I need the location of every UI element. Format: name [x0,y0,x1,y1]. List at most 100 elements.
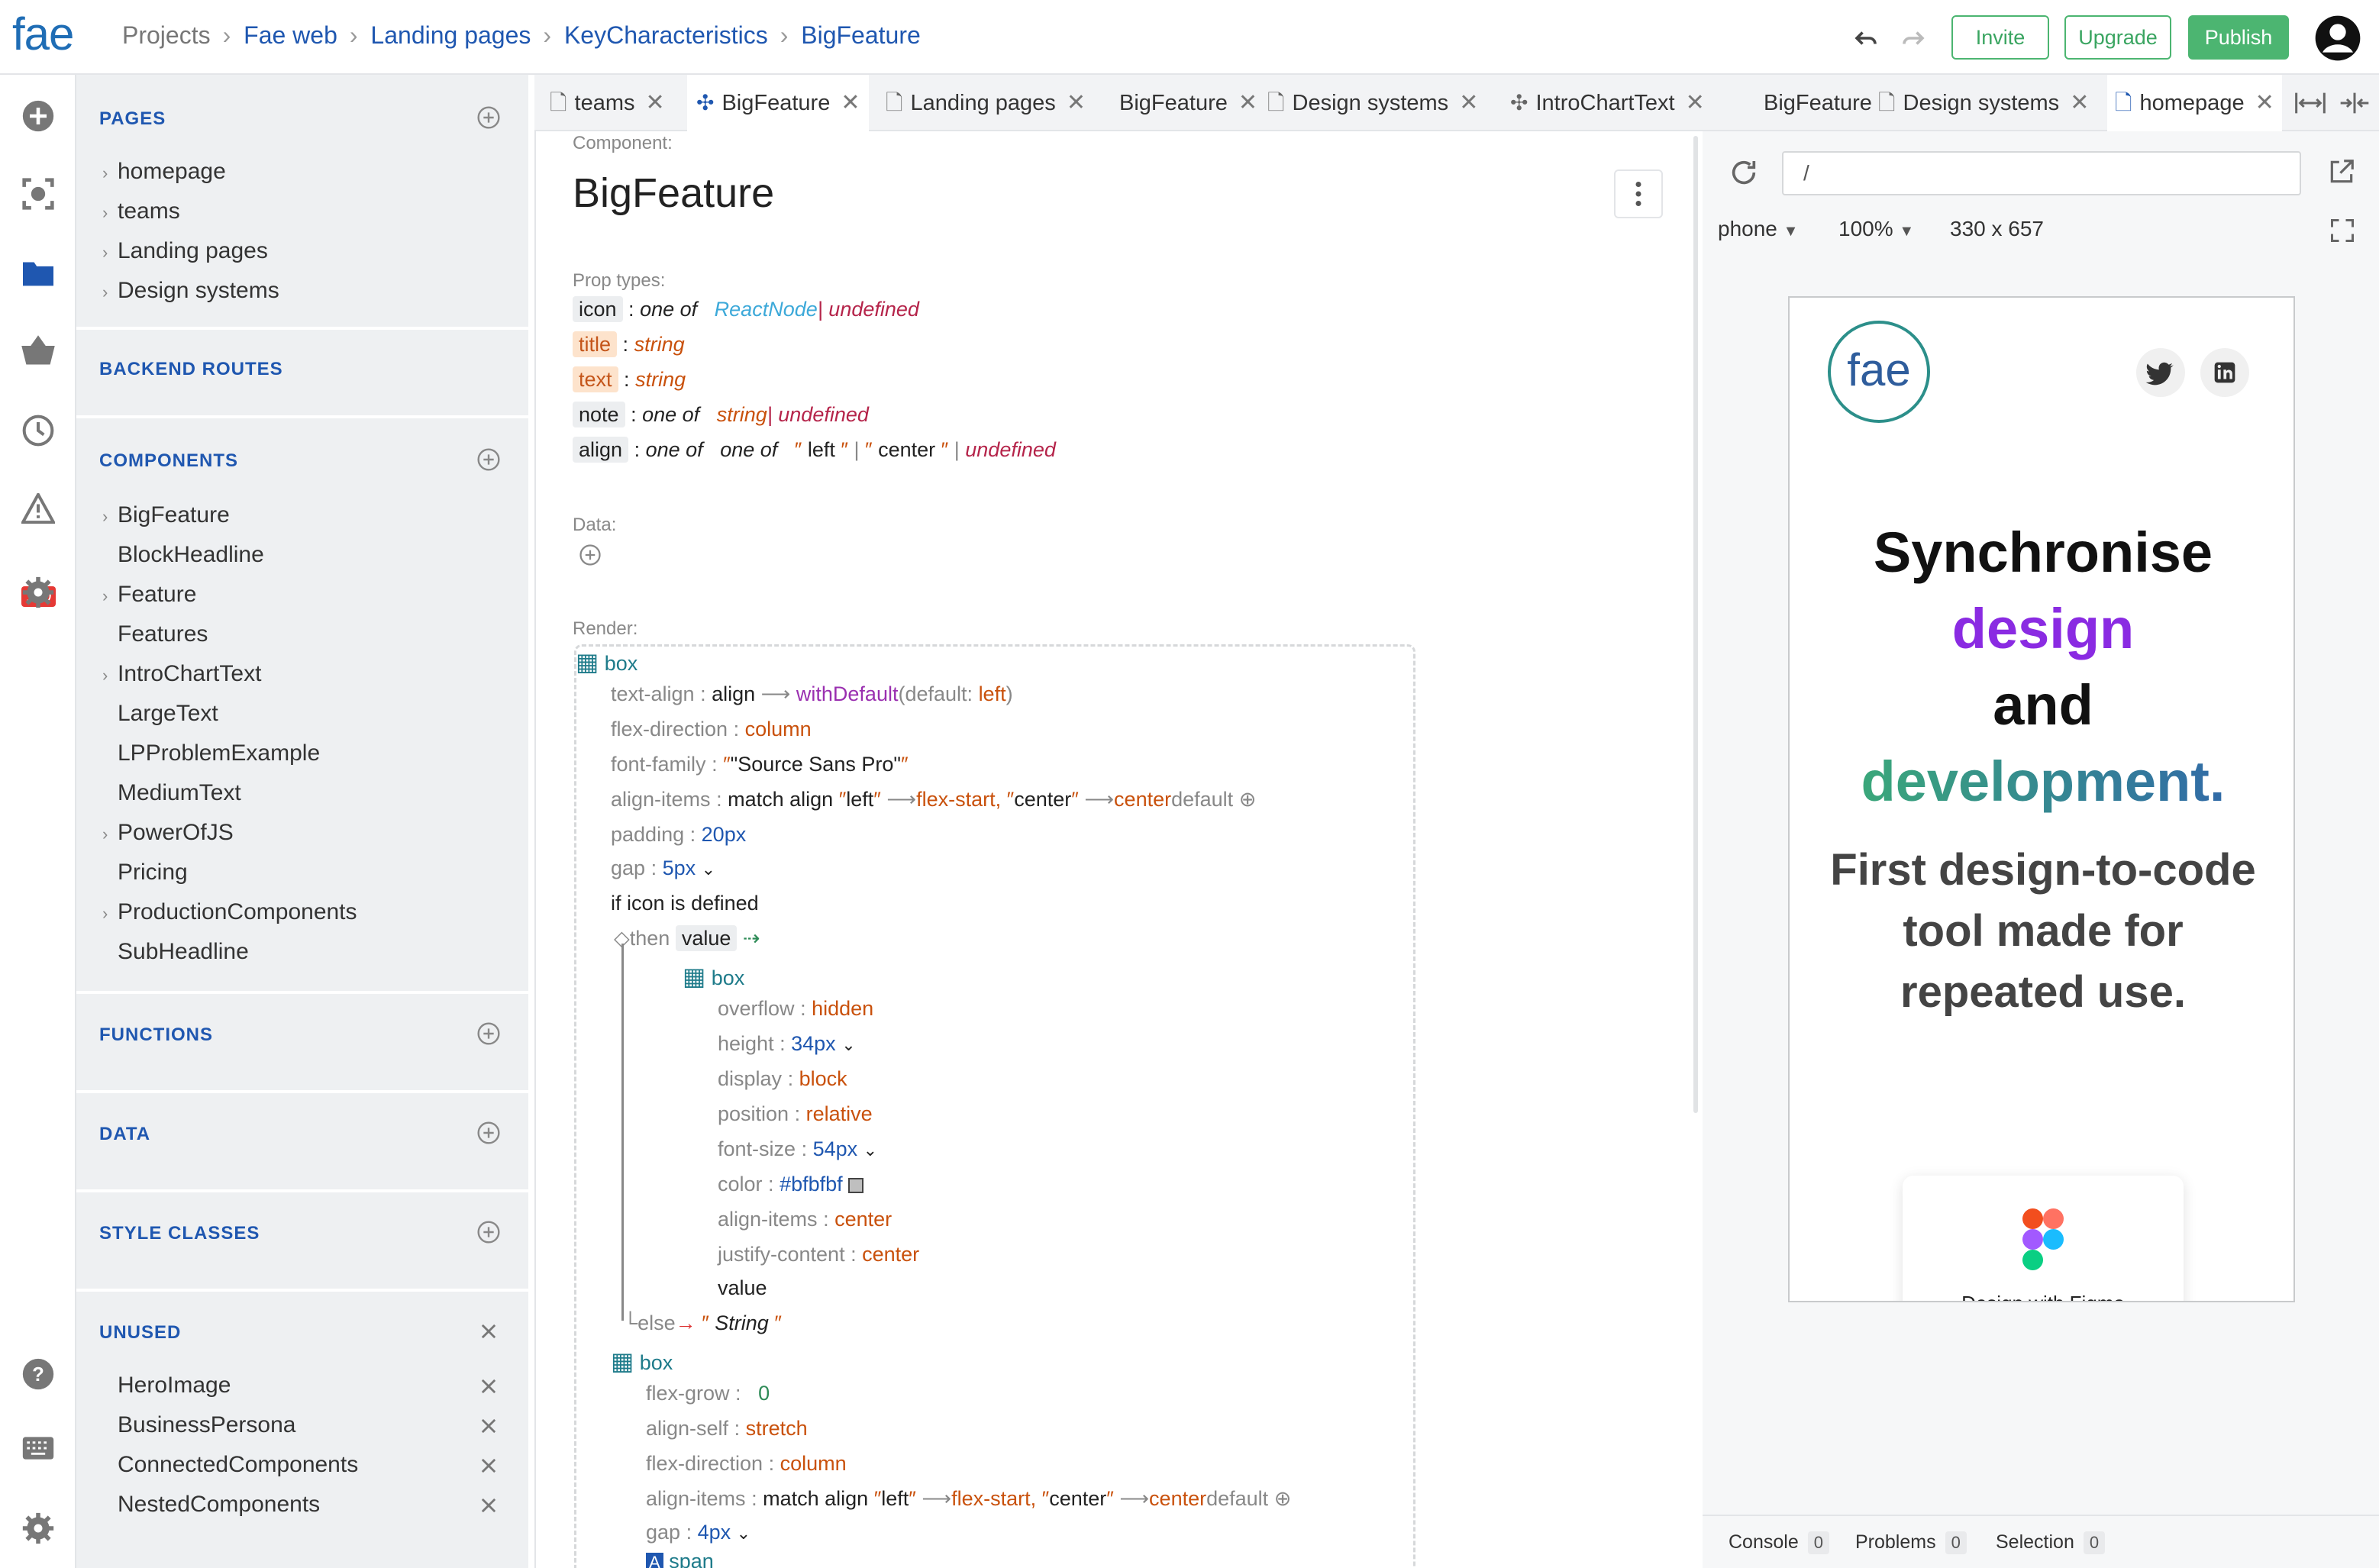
component-item[interactable]: SubHeadline [118,939,249,965]
close-icon[interactable] [478,1455,499,1476]
component-item[interactable]: Features [118,621,208,647]
collapse-width-icon[interactable] [2339,90,2370,116]
tab-design-systems[interactable]: 🗋 Design systems ✕ [1267,75,1478,131]
undo-icon[interactable] [1851,24,1881,52]
component-item[interactable]: › BigFeature [102,502,230,528]
style-row[interactable]: gap : 4px ⌄ [646,1521,750,1544]
style-row[interactable]: text-align : align ⟶ withDefault(default… [611,682,1013,706]
component-item[interactable]: › PowerOfJS [102,820,234,846]
tab-bigfeature[interactable]: ✣ BigFeature ✕ [687,75,870,131]
add-data-icon[interactable] [579,544,602,566]
editor-scrollbar[interactable] [1693,136,1698,1113]
add-case-icon[interactable]: ⊕ [1239,788,1257,811]
style-row[interactable]: align-items : match align ″left″ ⟶flex-s… [646,1487,1291,1511]
breadcrumb-folder[interactable]: Landing pages [370,21,531,49]
preview-url-input[interactable]: / [1782,151,2301,195]
style-row[interactable]: display : block [718,1067,847,1091]
style-row[interactable]: align-items : center [718,1208,892,1231]
component-item[interactable]: › ProductionComponents [102,899,357,925]
backend-routes-heading[interactable]: BACKEND ROUTES [99,359,283,380]
span-node[interactable]: A span [646,1550,714,1568]
twitter-icon[interactable] [2136,348,2185,397]
phone-preview[interactable]: fae Synchronise design and development. … [1788,296,2295,1302]
basket-icon[interactable] [21,334,55,365]
box-node[interactable]: ▦ box [611,1347,673,1376]
style-row[interactable]: color : #bfbfbf [718,1173,864,1196]
box-node[interactable]: ▦ box [683,962,744,991]
component-item[interactable]: Pricing [118,860,188,886]
linkedin-icon[interactable] [2200,348,2249,397]
component-item[interactable]: LargeText [118,701,218,727]
color-swatch[interactable] [848,1177,864,1193]
close-tab-icon[interactable]: ✕ [1686,90,1705,115]
tab-homepage[interactable]: 🗋 homepage ✕ [2107,75,2282,131]
style-row[interactable]: align-items : match align ″left″ ⟶flex-s… [611,788,1256,811]
page-item[interactable]: › teams [102,198,180,224]
close-icon[interactable] [478,1321,499,1342]
preview-logo[interactable]: fae [1828,321,1930,423]
value-node[interactable]: value [718,1276,767,1300]
unused-item[interactable]: HeroImage [118,1373,231,1399]
history-icon[interactable] [21,414,55,447]
app-logo[interactable]: fae [12,8,74,60]
help-icon[interactable]: ? [21,1357,55,1391]
style-row[interactable]: overflow : hidden [718,997,873,1021]
then-row[interactable]: ◇then value ⇢ [614,925,760,951]
style-row[interactable]: justify-content : center [718,1243,919,1266]
chevron-down-icon[interactable]: ⌄ [863,1141,877,1160]
unused-item[interactable]: NestedComponents [118,1492,320,1519]
add-function-icon[interactable] [476,1021,501,1046]
focus-icon[interactable] [21,177,55,211]
tab-introcharttext[interactable]: ✣ IntroChartText ✕ [1510,75,1705,131]
prop-row[interactable]: note : one of string| undefined [573,402,869,427]
tab-landing-pages[interactable]: 🗋 Landing pages ✕ [886,75,1086,131]
prop-row[interactable]: title : string [573,331,685,357]
component-item[interactable]: › Feature [102,582,196,608]
warning-icon[interactable] [21,493,55,524]
folder-icon[interactable] [21,258,55,289]
component-item[interactable]: BlockHeadline [118,542,264,568]
breadcrumb-current[interactable]: BigFeature [801,21,921,49]
chevron-down-icon[interactable]: ⌄ [702,860,715,879]
selection-tab[interactable]: Selection 0 [1996,1531,2106,1554]
prop-row[interactable]: text : string [573,366,686,392]
fullscreen-icon[interactable] [2329,217,2356,244]
more-menu-button[interactable] [1614,169,1663,218]
gear-icon[interactable] [21,576,55,609]
style-row[interactable]: flex-direction : column [646,1452,847,1476]
upgrade-button[interactable]: Upgrade [2064,15,2171,60]
prop-row[interactable]: align : one of one of ″ left ″ | ″ cente… [573,437,1056,463]
redo-icon[interactable] [1898,24,1929,52]
style-row[interactable]: align-self : stretch [646,1417,808,1441]
chevron-down-icon[interactable]: ⌄ [737,1524,750,1543]
add-component-icon[interactable] [476,447,501,472]
style-row[interactable]: font-size : 54px ⌄ [718,1137,877,1161]
add-style-class-icon[interactable] [476,1220,501,1244]
box-node[interactable]: ▦ box [576,647,638,676]
add-icon[interactable] [21,99,55,133]
page-item[interactable]: › homepage [102,159,226,185]
settings-icon[interactable] [21,1512,55,1545]
publish-button[interactable]: Publish [2188,15,2289,60]
keyboard-icon[interactable] [21,1435,55,1461]
close-tab-icon[interactable]: ✕ [1067,90,1086,115]
breadcrumb-group[interactable]: KeyCharacteristics [564,21,768,49]
component-item[interactable]: › IntroChartText [102,661,261,687]
tab-teams[interactable]: 🗋 teams ✕ [550,75,665,131]
unused-item[interactable]: BusinessPersona [118,1412,295,1438]
style-row[interactable]: padding : 20px [611,823,746,847]
close-icon[interactable] [478,1415,499,1437]
component-title[interactable]: BigFeature [573,169,774,217]
breadcrumb-project[interactable]: Fae web [244,21,337,49]
invite-button[interactable]: Invite [1951,15,2049,60]
close-tab-icon[interactable]: ✕ [1238,90,1257,115]
style-row[interactable]: position : relative [718,1102,873,1126]
tab-design-systems[interactable]: 🗋 Design systems ✕ [1878,75,2089,131]
else-row[interactable]: └else→ ″ String ″ [623,1312,782,1335]
close-tab-icon[interactable]: ✕ [841,90,860,115]
console-tab[interactable]: Console 0 [1729,1531,1829,1554]
close-icon[interactable] [478,1376,499,1397]
expand-width-icon[interactable] [2295,90,2326,116]
open-external-icon[interactable] [2327,157,2356,186]
zoom-select[interactable]: 100% ▼ [1838,217,1914,241]
